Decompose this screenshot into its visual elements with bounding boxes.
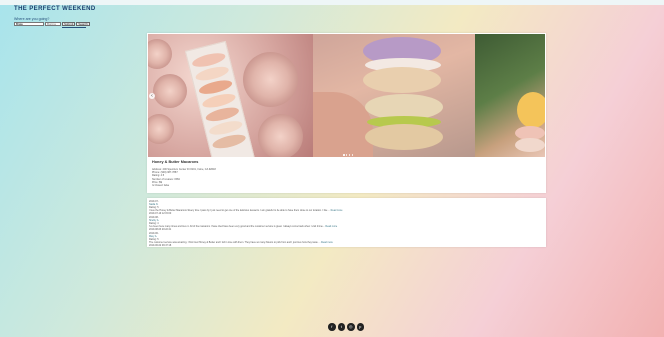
social-links: f t ◎ p <box>328 323 364 331</box>
carousel-dot[interactable] <box>345 154 348 156</box>
carousel-photo-plants <box>475 34 545 157</box>
review-time: 2019-07-19 12:15:00 <box>149 212 172 215</box>
review-time: 2019-08-03 20:22:41 <box>149 228 172 231</box>
review-text: The customer service was amazing. I firs… <box>149 241 321 244</box>
carousel-photo-roses <box>148 34 313 157</box>
read-more-link[interactable]: Read more <box>331 209 343 212</box>
business-hours: Is Closed: false <box>152 184 170 188</box>
reviews-card: 2019-07- Nadia N. Rating: 5 I love the H… <box>147 198 546 247</box>
carousel-dot[interactable] <box>348 154 351 156</box>
rose-shape <box>243 52 298 107</box>
search-label: Where are you going? <box>14 17 50 21</box>
facebook-icon[interactable]: f <box>328 323 336 331</box>
carousel-prev-icon[interactable]: ‹ <box>149 93 155 99</box>
photo-carousel[interactable] <box>148 34 545 157</box>
site-title: THE PERFECT WEEKEND <box>14 6 96 12</box>
review-text: I love the Honey & Butter Macarons! Ever… <box>149 209 330 212</box>
rose-shape <box>153 74 187 108</box>
read-more-link[interactable]: Read more <box>321 241 333 244</box>
instagram-icon[interactable]: ◎ <box>347 323 355 331</box>
search-form: Submit Search <box>14 21 90 27</box>
carousel-photo-macarons-hand <box>313 34 475 157</box>
review-item: 2019-06- Mary A. Rating: 5 The customer … <box>149 232 449 247</box>
search-button[interactable]: Search <box>76 21 90 26</box>
read-more-link[interactable]: Read more <box>325 225 337 228</box>
carousel-dot[interactable] <box>343 154 345 156</box>
carousel-indicators <box>343 154 354 156</box>
carousel-dot[interactable] <box>351 154 354 156</box>
pinterest-icon[interactable]: p <box>356 323 364 331</box>
rose-shape <box>258 114 303 157</box>
hand-shape <box>313 92 373 157</box>
rose-shape <box>148 39 172 69</box>
search-input[interactable] <box>14 21 44 26</box>
location-input[interactable] <box>45 21 61 26</box>
review-text: I've been here many times and love it. A… <box>149 225 325 228</box>
rose-shape <box>148 114 174 144</box>
macaron-bottom <box>365 124 443 150</box>
twitter-icon[interactable]: t <box>337 323 345 331</box>
macaron <box>515 138 545 152</box>
bee-macaron <box>517 92 545 128</box>
review-item: 2019-07- Nadia N. Rating: 5 I love the H… <box>149 200 449 215</box>
business-name: Honey & Butter Macarons <box>152 160 199 164</box>
macaron-box <box>184 40 258 157</box>
macaron-cream <box>363 67 441 93</box>
submit-button[interactable]: Submit <box>62 21 76 26</box>
review-item: 2019-08- Shelby A. Rating: 4 I've been h… <box>149 216 449 231</box>
business-details: Address: 400 Spectrum Center Dr #101, Ir… <box>152 168 216 187</box>
search-underline <box>62 27 86 28</box>
top-bar <box>0 0 664 5</box>
review-time: 2019-06-02 09:47:18 <box>149 244 172 247</box>
